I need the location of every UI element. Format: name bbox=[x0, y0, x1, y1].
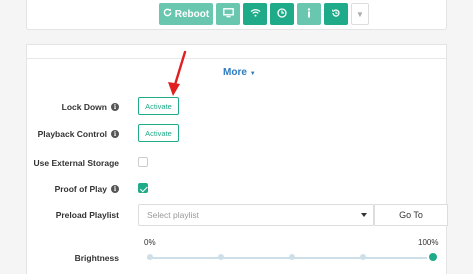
screenshot-button[interactable] bbox=[216, 3, 240, 25]
wifi-icon bbox=[250, 8, 261, 20]
preload-playlist-label: Preload Playlist bbox=[56, 210, 119, 220]
brightness-min-label: 0% bbox=[144, 238, 156, 247]
annotation-arrow-icon bbox=[168, 50, 187, 96]
slider-step-dot bbox=[289, 254, 295, 260]
playlist-select[interactable]: Select playlist bbox=[138, 204, 374, 226]
proof-of-play-checkbox[interactable] bbox=[138, 183, 148, 193]
info-button[interactable] bbox=[297, 3, 321, 25]
playback-control-text: Playback Control bbox=[37, 129, 107, 139]
lock-down-label: Lock Down i bbox=[62, 102, 119, 112]
caret-down-icon bbox=[361, 213, 367, 217]
info-icon[interactable]: i bbox=[111, 130, 119, 138]
device-toolbar: Reboot ▼ bbox=[159, 3, 369, 25]
playback-control-label: Playback Control i bbox=[38, 129, 119, 139]
info-icon bbox=[307, 7, 311, 21]
more-label: More bbox=[223, 67, 247, 78]
go-to-button[interactable]: Go To bbox=[374, 204, 448, 226]
brightness-max-label: 100% bbox=[418, 238, 439, 247]
clock-icon bbox=[277, 7, 287, 21]
preload-playlist-text: Preload Playlist bbox=[55, 210, 119, 220]
chevron-down-icon: ▼ bbox=[356, 9, 364, 19]
history-icon bbox=[331, 8, 341, 21]
schedule-button[interactable] bbox=[270, 3, 294, 25]
divider bbox=[27, 58, 446, 59]
external-storage-checkbox[interactable] bbox=[138, 157, 148, 167]
info-icon[interactable]: i bbox=[111, 103, 119, 111]
network-button[interactable] bbox=[243, 3, 267, 25]
device-actions-card: Reboot ▼ bbox=[26, 0, 447, 30]
device-settings-card: More ▼ Lock Down i Activate Playback Con… bbox=[26, 44, 448, 274]
more-toggle[interactable]: More ▼ bbox=[223, 67, 256, 78]
monitor-icon bbox=[222, 7, 234, 21]
chevron-down-icon: ▼ bbox=[249, 71, 256, 77]
slider-step-dot bbox=[360, 254, 366, 260]
proof-of-play-label: Proof of Play i bbox=[55, 184, 119, 194]
slider-step-dot bbox=[218, 254, 224, 260]
more-actions-dropdown[interactable]: ▼ bbox=[351, 3, 369, 25]
external-storage-text: Use External Storage bbox=[33, 158, 119, 168]
reboot-button[interactable]: Reboot bbox=[159, 3, 213, 25]
refresh-icon bbox=[163, 8, 172, 20]
info-icon[interactable]: i bbox=[111, 185, 119, 193]
reboot-label: Reboot bbox=[174, 8, 210, 20]
playback-control-activate-button[interactable]: Activate bbox=[138, 124, 179, 142]
slider-step-dot bbox=[147, 254, 153, 260]
lock-down-text: Lock Down bbox=[61, 102, 107, 112]
external-storage-label: Use External Storage bbox=[33, 158, 119, 168]
history-button[interactable] bbox=[324, 3, 348, 25]
playlist-select-placeholder: Select playlist bbox=[147, 210, 199, 220]
proof-of-play-text: Proof of Play bbox=[54, 184, 107, 194]
brightness-slider-handle[interactable] bbox=[427, 251, 439, 263]
